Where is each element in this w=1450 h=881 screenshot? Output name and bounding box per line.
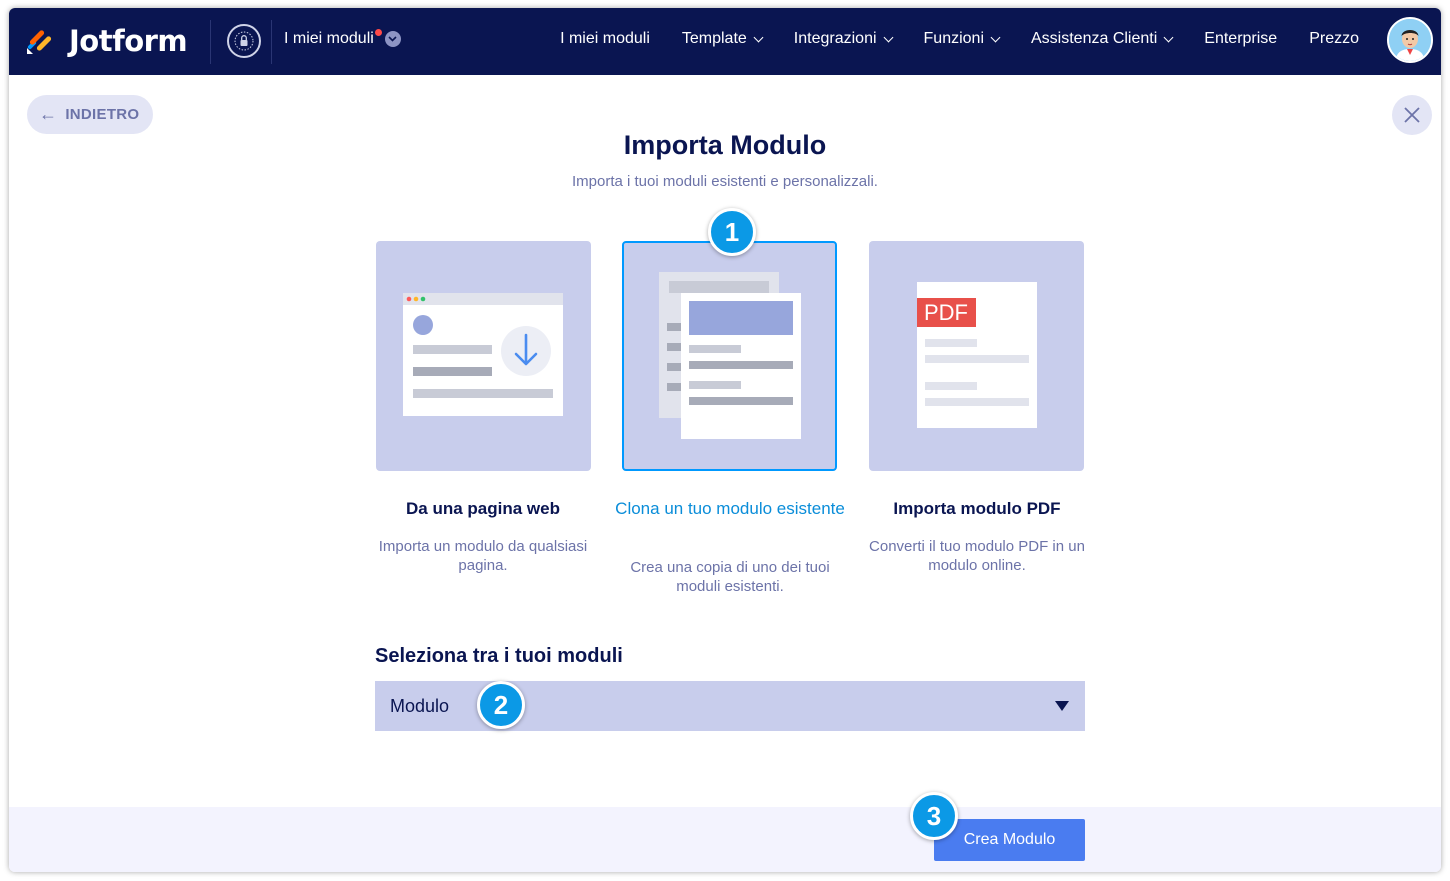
nav-label: Funzioni: [923, 30, 984, 47]
option-desc-clone: Crea una copia di uno dei tuoi moduli es…: [630, 559, 830, 595]
dropdown-arrow-icon: [1055, 701, 1069, 711]
nav-support[interactable]: Assistenza Clienti: [1031, 30, 1174, 48]
close-icon: [1404, 107, 1420, 123]
jotform-logo-icon: [27, 30, 52, 54]
chevron-down-icon: [883, 32, 893, 42]
clone-form-icon: [659, 272, 801, 439]
step-badge-2: 2: [477, 681, 525, 729]
divider: [271, 20, 272, 64]
nav-label: Prezzo: [1309, 30, 1359, 47]
nav-label: I miei moduli: [560, 30, 650, 47]
footer-bar: [9, 807, 1441, 872]
chevron-down-icon: [753, 32, 764, 42]
app-window: Jotform I miei moduli I miei moduli Temp…: [9, 8, 1441, 872]
arrow-left-icon: ←: [39, 104, 58, 124]
option-card-clone[interactable]: [622, 241, 837, 471]
lock-icon: [234, 31, 254, 51]
security-badge-icon[interactable]: [227, 24, 261, 58]
user-avatar[interactable]: [1387, 17, 1433, 63]
nav-features[interactable]: Funzioni: [923, 30, 1001, 48]
create-form-button[interactable]: Crea Modulo: [934, 819, 1085, 861]
option-desc-webpage: Importa un modulo da qualsiasi pagina.: [378, 538, 588, 574]
page-title: Importa Modulo: [623, 130, 827, 160]
option-title-clone: Clona un tuo modulo esistente: [615, 499, 845, 518]
option-title-pdf: Importa modulo PDF: [893, 499, 1061, 518]
chevron-down-icon: [990, 32, 1001, 42]
nav-templates[interactable]: Template: [681, 30, 764, 48]
webpage-download-icon: [403, 293, 563, 416]
nav-label: Template: [681, 30, 747, 47]
main-nav: I miei moduli Template Integrazioni Funz…: [528, 30, 1359, 48]
option-card-webpage[interactable]: [376, 241, 591, 471]
nav-label: Enterprise: [1204, 30, 1278, 47]
brand-name: Jotform: [69, 24, 188, 58]
nav-enterprise[interactable]: Enterprise: [1204, 30, 1277, 48]
nav-my-forms[interactable]: I miei moduli: [560, 30, 650, 48]
avatar-icon: [1389, 19, 1431, 61]
nav-pricing[interactable]: Prezzo: [1309, 30, 1359, 48]
pdf-badge-label: PDF: [924, 300, 968, 325]
top-navbar: Jotform I miei moduli I miei moduli Temp…: [9, 8, 1441, 75]
jotform-logo[interactable]: Jotform: [25, 24, 188, 58]
select-value: Modulo: [390, 695, 450, 716]
step-badge-3: 3: [910, 792, 958, 840]
option-desc-pdf: Converti il tuo modulo PDF in un modulo …: [869, 538, 1085, 574]
close-button[interactable]: [1392, 95, 1432, 135]
step-badge-1: 1: [708, 208, 756, 256]
nav-label: Assistenza Clienti: [1031, 30, 1158, 47]
nav-integrations[interactable]: Integrazioni: [793, 30, 893, 48]
my-forms-menu[interactable]: I miei moduli: [284, 28, 401, 48]
nav-label: Integrazioni: [793, 30, 877, 47]
pdf-document-icon: PDF: [917, 282, 1037, 428]
notification-dot: [374, 28, 382, 36]
back-button[interactable]: ← INDIETRO: [27, 95, 153, 134]
back-label: INDIETRO: [65, 106, 140, 123]
divider: [210, 20, 211, 64]
option-title-webpage: Da una pagina web: [406, 499, 560, 518]
my-forms-label: I miei moduli: [284, 30, 374, 47]
chevron-down-icon: [1163, 32, 1174, 42]
chevron-down-icon[interactable]: [384, 31, 401, 47]
option-card-pdf[interactable]: PDF: [869, 241, 1084, 471]
select-forms-label: Seleziona tra i tuoi moduli: [375, 645, 623, 667]
page-subtitle: Importa i tuoi moduli esistenti e person…: [572, 173, 878, 190]
